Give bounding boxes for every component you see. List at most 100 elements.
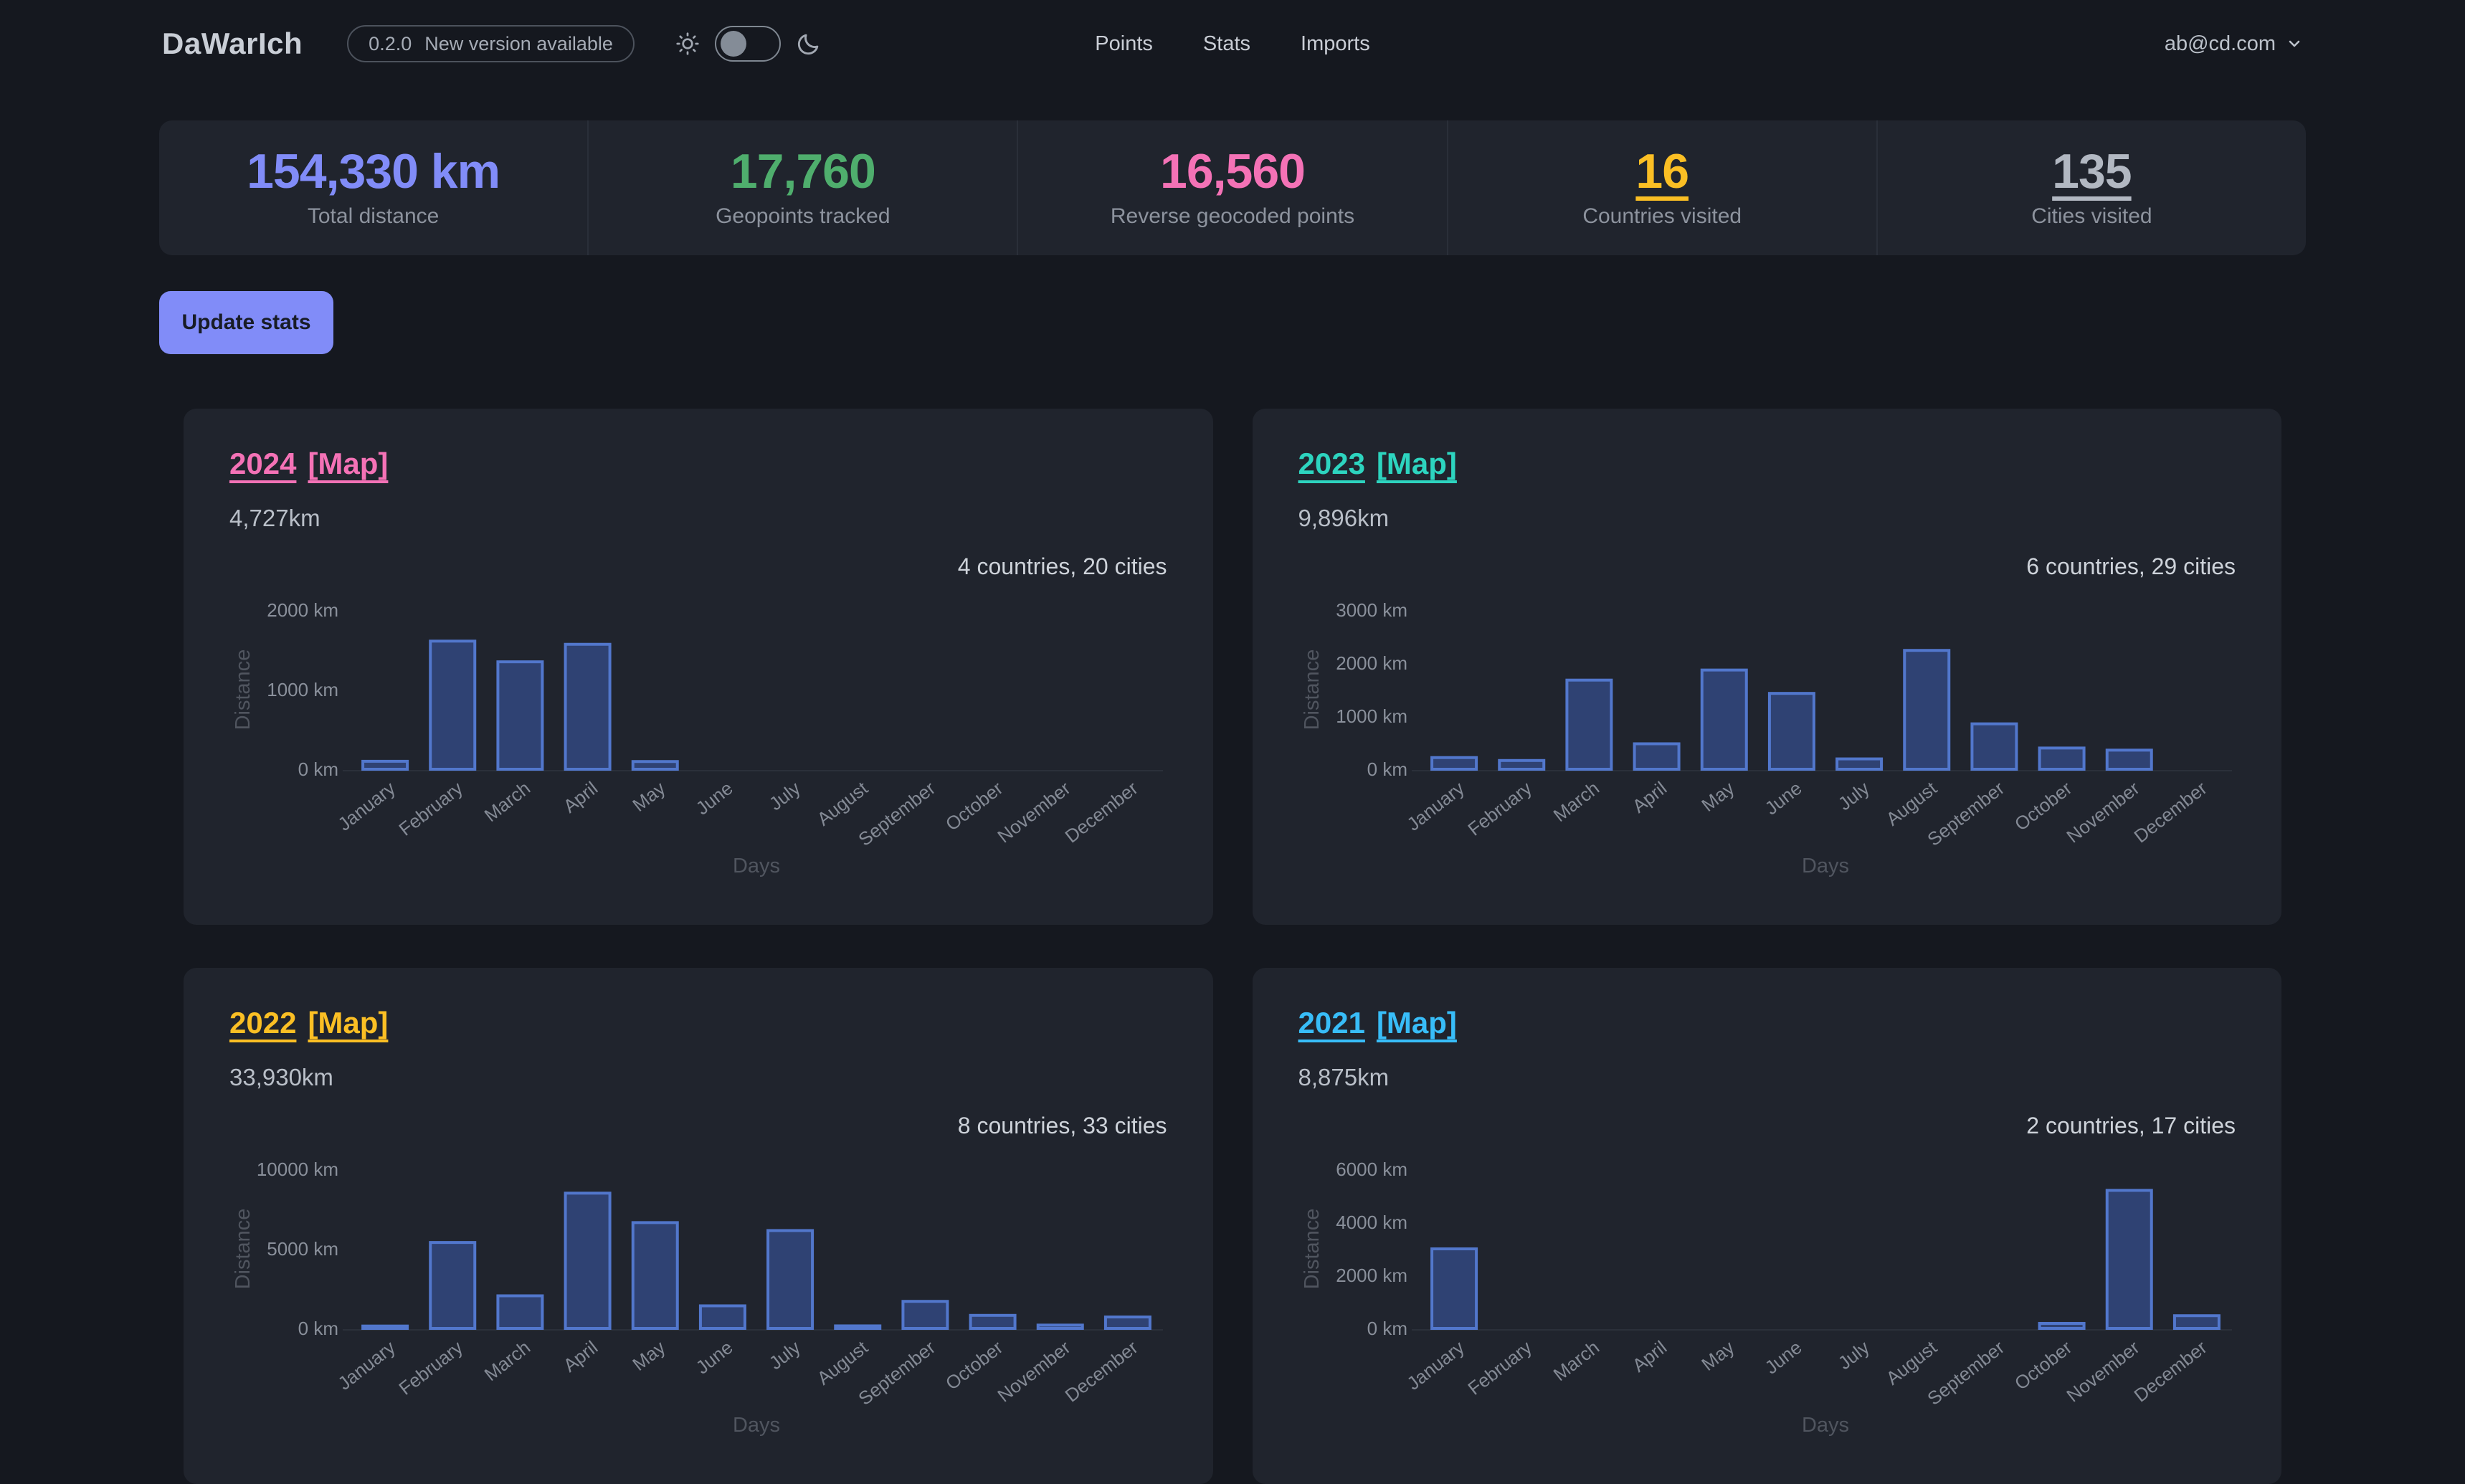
year-link[interactable]: 2021 xyxy=(1298,1006,1365,1040)
svg-text:Days: Days xyxy=(1801,1414,1848,1437)
map-link[interactable]: [Map] xyxy=(308,447,388,480)
version-badge[interactable]: 0.2.0 New version available xyxy=(347,25,635,62)
stat-cities-visited: 135 Cities visited xyxy=(1876,120,2306,255)
svg-text:January: January xyxy=(333,1336,399,1394)
svg-text:2000 km: 2000 km xyxy=(1336,1265,1407,1286)
svg-text:5000 km: 5000 km xyxy=(267,1238,338,1260)
year-countries-cities: 8 countries, 33 cities xyxy=(229,1113,1167,1139)
svg-text:July: July xyxy=(1833,1336,1873,1374)
svg-text:1000 km: 1000 km xyxy=(267,679,338,700)
year-card: 2022 [Map] 33,930km 8 countries, 33 citie… xyxy=(184,968,1213,1484)
svg-text:August: August xyxy=(813,777,873,830)
svg-text:November: November xyxy=(994,777,1075,847)
svg-text:December: December xyxy=(1061,1336,1142,1407)
svg-text:4000 km: 4000 km xyxy=(1336,1212,1407,1233)
countries-visited-link[interactable]: 16 xyxy=(1635,147,1689,196)
year-link[interactable]: 2022 xyxy=(229,1006,296,1040)
svg-text:June: June xyxy=(1760,777,1805,819)
svg-text:November: November xyxy=(994,1336,1075,1407)
svg-text:Days: Days xyxy=(733,1414,780,1437)
year-total-distance: 8,875km xyxy=(1298,1064,2236,1091)
svg-text:1000 km: 1000 km xyxy=(1336,705,1407,727)
svg-text:November: November xyxy=(2062,777,2143,847)
stat-label: Geopoints tracked xyxy=(716,204,890,229)
svg-text:6000 km: 6000 km xyxy=(1336,1159,1407,1180)
svg-text:3000 km: 3000 km xyxy=(1336,599,1407,621)
cities-visited-link[interactable]: 135 xyxy=(2052,147,2131,196)
year-total-distance: 33,930km xyxy=(229,1064,1167,1091)
svg-text:Days: Days xyxy=(733,855,780,877)
svg-text:April: April xyxy=(559,777,602,817)
svg-text:March: March xyxy=(1549,777,1602,826)
svg-text:January: January xyxy=(1402,1336,1468,1394)
svg-text:February: February xyxy=(395,1336,467,1399)
svg-text:March: March xyxy=(1549,1336,1602,1385)
theme-toggle[interactable] xyxy=(715,26,781,62)
svg-text:August: August xyxy=(1881,777,1941,830)
svg-text:January: January xyxy=(333,777,399,835)
year-total-distance: 4,727km xyxy=(229,505,1167,532)
year-card: 2021 [Map] 8,875km 2 countries, 17 cities… xyxy=(1253,968,2282,1484)
svg-text:August: August xyxy=(813,1336,873,1389)
year-card: 2023[Map] 9,896km 6 countries, 29 cities… xyxy=(1253,409,2282,925)
svg-text:December: December xyxy=(2129,777,2210,847)
svg-text:0 km: 0 km xyxy=(1367,758,1407,780)
nav-link-points[interactable]: Points xyxy=(1095,32,1153,56)
svg-text:July: July xyxy=(1833,777,1873,814)
svg-text:May: May xyxy=(628,777,669,816)
stat-value: 16,560 xyxy=(1160,147,1305,196)
nav-link-imports[interactable]: Imports xyxy=(1301,32,1370,56)
map-link[interactable]: [Map] xyxy=(1377,1006,1457,1040)
main-nav: Points Stats Imports xyxy=(1095,0,1369,87)
svg-text:May: May xyxy=(628,1336,669,1375)
year-link[interactable]: 2024 xyxy=(229,447,296,480)
chevron-down-icon xyxy=(2286,35,2303,52)
monthly-distance-chart: 0 km1000 km2000 km3000 kmDistanceJanuary… xyxy=(1298,591,2236,921)
svg-text:May: May xyxy=(1697,777,1738,816)
monthly-distance-chart: 0 km5000 km10000 kmDistanceJanuaryFebrua… xyxy=(229,1151,1167,1480)
stat-label: Countries visited xyxy=(1582,204,1742,229)
theme-toggle-knob xyxy=(721,31,746,57)
svg-text:May: May xyxy=(1697,1336,1738,1375)
stat-countries-visited: 16 Countries visited xyxy=(1447,120,1876,255)
svg-text:April: April xyxy=(1628,777,1670,817)
svg-text:0 km: 0 km xyxy=(1367,1318,1407,1339)
update-stats-button[interactable]: Update stats xyxy=(159,291,333,354)
version-number: 0.2.0 xyxy=(369,33,412,55)
stat-reverse-geocoded: 16,560 Reverse geocoded points xyxy=(1017,120,1446,255)
svg-text:0 km: 0 km xyxy=(298,758,338,780)
theme-switcher xyxy=(675,26,822,62)
svg-text:December: December xyxy=(1061,777,1142,847)
year-countries-cities: 2 countries, 17 cities xyxy=(1298,1113,2236,1139)
svg-text:Days: Days xyxy=(1801,855,1848,877)
svg-text:February: February xyxy=(1463,1336,1535,1399)
svg-text:June: June xyxy=(692,1336,737,1378)
svg-text:March: March xyxy=(480,1336,534,1385)
app-logo: DaWarIch xyxy=(162,27,303,61)
nav-link-stats[interactable]: Stats xyxy=(1203,32,1250,56)
svg-text:June: June xyxy=(692,777,737,819)
svg-text:Distance: Distance xyxy=(232,650,255,731)
svg-text:0 km: 0 km xyxy=(298,1318,338,1339)
map-link[interactable]: [Map] xyxy=(1377,447,1457,480)
year-card-title: 2021 [Map] xyxy=(1298,1007,2236,1040)
stat-value: 154,330 km xyxy=(247,147,500,196)
svg-text:2000 km: 2000 km xyxy=(1336,652,1407,674)
year-card-title: 2024 [Map] xyxy=(229,447,1167,480)
svg-text:Distance: Distance xyxy=(232,1209,255,1290)
moon-icon xyxy=(795,30,822,57)
year-cards-grid: 2024[Map] 4,727km 4 countries, 20 cities… xyxy=(184,409,2281,1484)
year-total-distance: 9,896km xyxy=(1298,505,2236,532)
year-link[interactable]: 2023 xyxy=(1298,447,1365,480)
user-menu[interactable]: ab@cd.com xyxy=(2165,32,2303,56)
stat-total-distance: 154,330 km Total distance xyxy=(159,120,587,255)
new-version-link[interactable]: New version available xyxy=(424,33,613,55)
svg-text:April: April xyxy=(559,1336,602,1376)
svg-text:July: July xyxy=(765,1336,804,1374)
svg-text:February: February xyxy=(1463,777,1535,840)
map-link[interactable]: [Map] xyxy=(308,1006,388,1040)
svg-text:Distance: Distance xyxy=(1301,650,1324,731)
svg-text:July: July xyxy=(765,777,804,814)
sun-icon xyxy=(675,31,700,57)
svg-text:Distance: Distance xyxy=(1301,1209,1324,1290)
